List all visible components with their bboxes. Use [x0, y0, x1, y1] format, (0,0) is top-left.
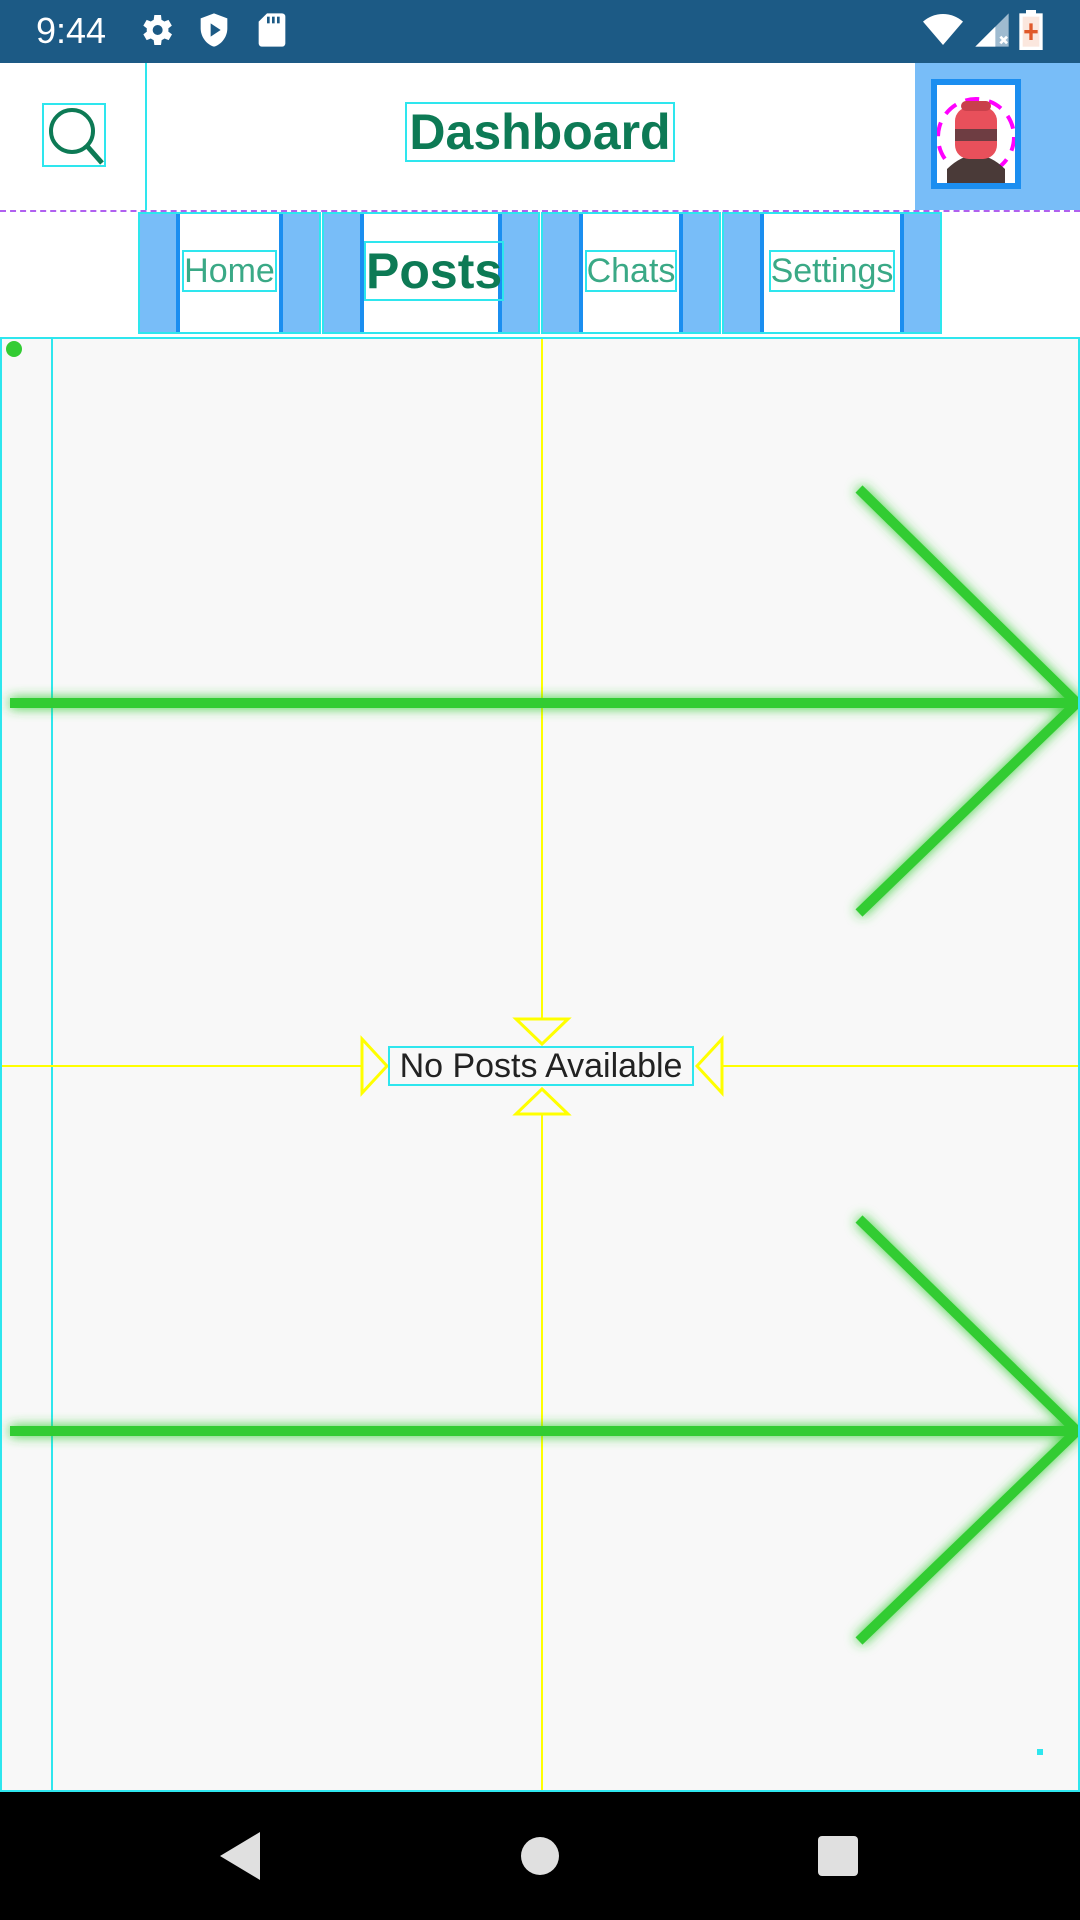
empty-state-message: No Posts Available: [388, 1046, 694, 1086]
tab-settings-body: Settings: [760, 214, 904, 332]
tab-home[interactable]: Home: [138, 212, 321, 334]
arrow-top: [10, 485, 1078, 917]
page-title-text: Dashboard: [405, 102, 675, 162]
play-protect-icon: [200, 13, 228, 47]
tab-chats-label-wrap: Chats: [583, 250, 679, 292]
posts-content[interactable]: No Posts Available: [0, 337, 1080, 1792]
status-time: 9:44: [36, 10, 107, 51]
battery-icon: [1019, 10, 1043, 50]
tab-home-body: Home: [176, 214, 283, 332]
avatar-icon: [936, 97, 1016, 183]
guide-marker-left: [360, 1035, 390, 1097]
tab-settings[interactable]: Settings: [722, 212, 942, 334]
tab-chats-body: Chats: [579, 214, 683, 332]
tab-posts[interactable]: Posts: [322, 212, 540, 334]
recents-icon[interactable]: [808, 1826, 868, 1886]
tab-chats-label: Chats: [584, 250, 678, 292]
arrow-bottom: [10, 1215, 1078, 1645]
origin-dot: [6, 341, 22, 357]
app-bar: Dashboard: [0, 63, 1080, 210]
status-bar: 9:44: [0, 0, 1080, 63]
tab-posts-label: Posts: [364, 241, 505, 301]
guide-marker-bottom: [512, 1086, 572, 1116]
system-nav-bar: [0, 1792, 1080, 1920]
tab-settings-label: Settings: [768, 250, 896, 292]
avatar-button[interactable]: [915, 63, 1080, 210]
guide-marker-right: [694, 1035, 724, 1097]
settings-icon: [143, 15, 172, 45]
corner-dot: [1037, 1749, 1043, 1755]
avatar: [931, 79, 1021, 189]
tab-home-label: Home: [182, 250, 277, 292]
tab-bar: Home Posts Chats Settings: [0, 210, 1080, 337]
tab-settings-label-wrap: Settings: [764, 250, 900, 292]
tab-posts-label-wrap: Posts: [364, 241, 505, 301]
wifi-icon: [923, 14, 963, 45]
tab-posts-body: Posts: [360, 214, 505, 332]
sd-card-icon: [258, 13, 286, 47]
tab-chats[interactable]: Chats: [541, 212, 721, 334]
guide-marker-top: [512, 1017, 572, 1047]
cell-signal-icon: [975, 13, 1009, 47]
home-icon[interactable]: [510, 1826, 570, 1886]
back-icon[interactable]: [210, 1826, 270, 1886]
tab-home-label-wrap: Home: [180, 250, 279, 292]
